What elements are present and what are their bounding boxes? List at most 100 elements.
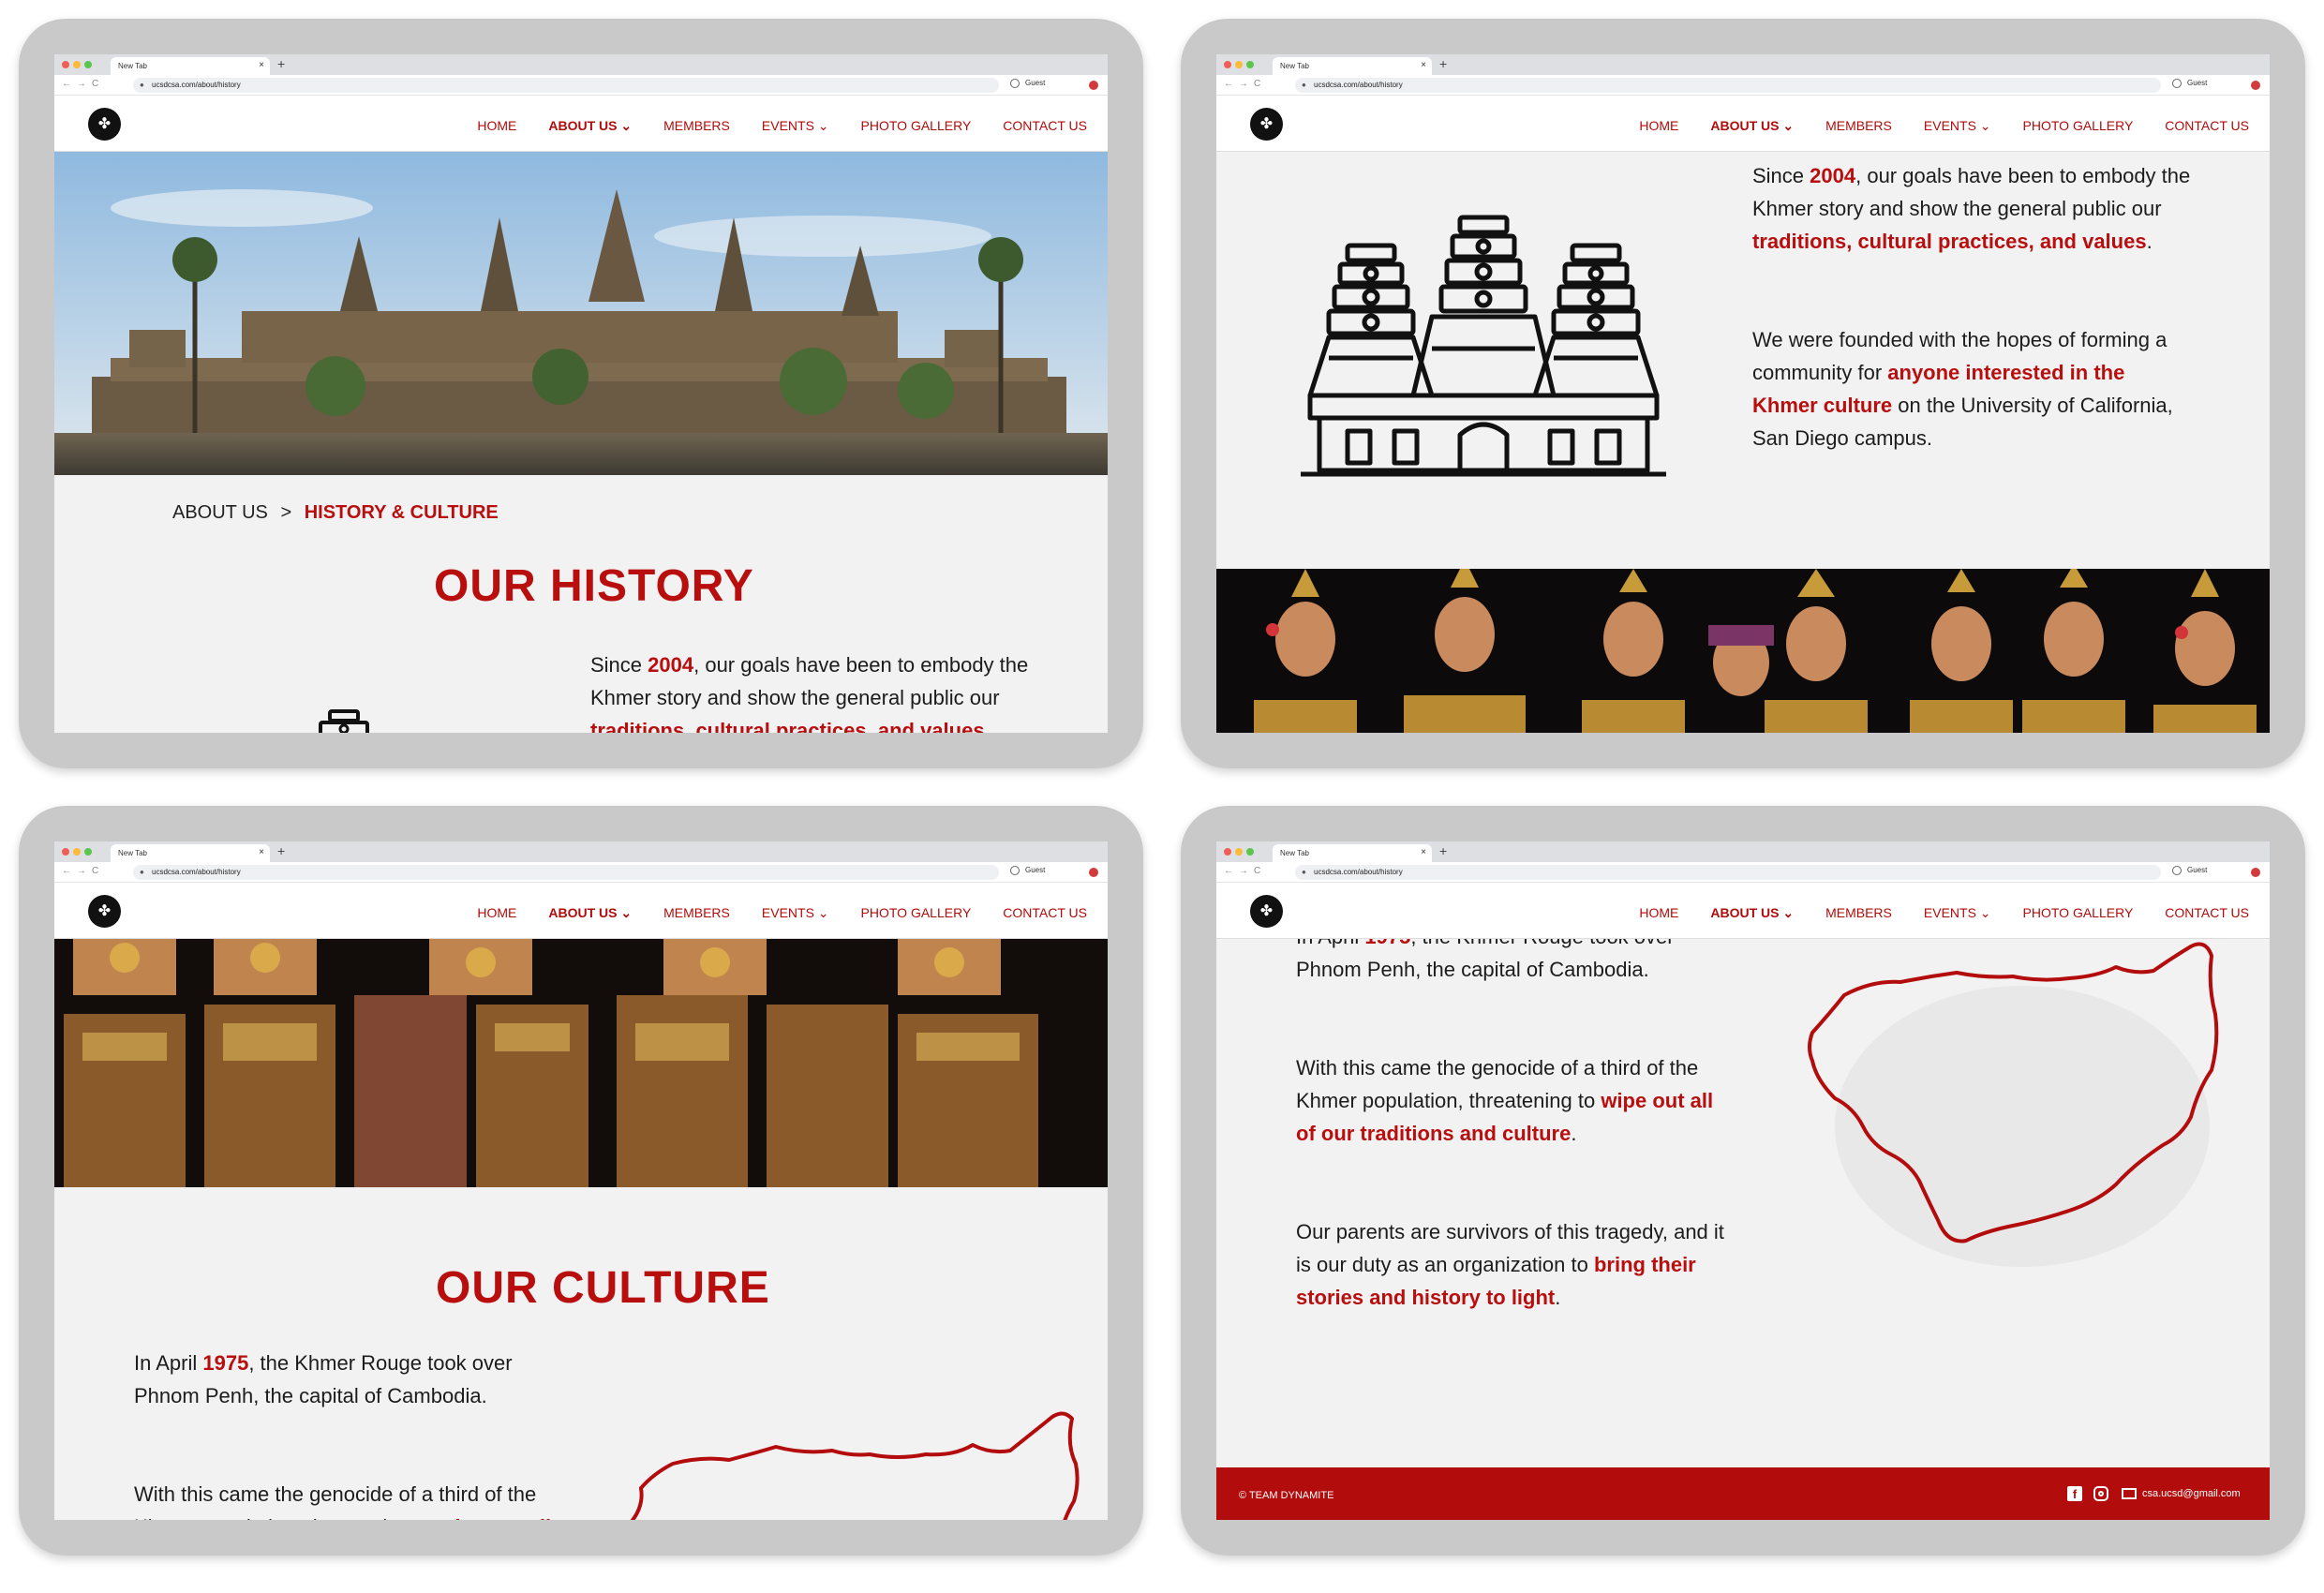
nav-about[interactable]: ABOUT US ⌄	[548, 118, 632, 134]
chevron-down-icon: ⌄	[817, 118, 829, 133]
profile-button[interactable]: Guest	[2172, 79, 2207, 88]
address-bar: ←→C ● ucsdcsa.com/about/history Guest	[1216, 75, 2270, 96]
maximize-window-dot[interactable]	[1246, 61, 1254, 68]
browser-menu-icon[interactable]	[2251, 868, 2260, 877]
site-logo[interactable]: ✤	[88, 108, 121, 141]
forward-icon[interactable]: →	[77, 866, 92, 876]
site-info-icon[interactable]: ●	[140, 868, 144, 876]
nav-members[interactable]: MEMBERS	[1825, 905, 1892, 921]
browser-menu-icon[interactable]	[2251, 81, 2260, 90]
footer-email-link[interactable]: csa.ucsd@gmail.com	[2142, 1488, 2241, 1499]
url-input[interactable]: ● ucsdcsa.com/about/history	[1295, 865, 2161, 880]
nav-gallery[interactable]: PHOTO GALLERY	[2023, 905, 2134, 921]
text: .	[1571, 1122, 1577, 1145]
back-icon[interactable]: ←	[1224, 866, 1239, 876]
nav-events-label: EVENTS	[761, 905, 814, 920]
new-tab-button[interactable]: +	[1439, 843, 1447, 858]
tab-bar: New Tab × +	[1216, 841, 2270, 862]
new-tab-button[interactable]: +	[277, 843, 285, 858]
nav-contact[interactable]: CONTACT US	[2165, 118, 2249, 134]
site-logo[interactable]: ✤	[1250, 895, 1283, 928]
close-window-dot[interactable]	[1224, 61, 1231, 68]
tab-close-icon[interactable]: ×	[259, 60, 264, 70]
back-icon[interactable]: ←	[1224, 79, 1239, 89]
close-window-dot[interactable]	[1224, 848, 1231, 856]
site-logo[interactable]: ✤	[88, 895, 121, 928]
breadcrumb-parent[interactable]: ABOUT US	[172, 502, 268, 523]
tab-close-icon[interactable]: ×	[1421, 60, 1426, 70]
nav-members[interactable]: MEMBERS	[663, 118, 730, 134]
browser-menu-icon[interactable]	[1089, 868, 1098, 877]
nav-events[interactable]: EVENTS ⌄	[1924, 118, 1991, 134]
nav-home[interactable]: HOME	[1639, 118, 1678, 134]
nav-contact[interactable]: CONTACT US	[1003, 905, 1087, 921]
minimize-window-dot[interactable]	[1235, 848, 1243, 856]
back-icon[interactable]: ←	[62, 79, 77, 89]
forward-icon[interactable]: →	[1239, 79, 1254, 89]
facebook-icon[interactable]: f	[2067, 1486, 2082, 1501]
reload-icon[interactable]: C	[1254, 866, 1266, 876]
new-tab-button[interactable]: +	[277, 56, 285, 71]
nav-gallery[interactable]: PHOTO GALLERY	[861, 905, 972, 921]
maximize-window-dot[interactable]	[84, 848, 92, 856]
nav-contact[interactable]: CONTACT US	[1003, 118, 1087, 134]
browser-tab[interactable]: New Tab ×	[1273, 57, 1432, 75]
tab-close-icon[interactable]: ×	[259, 847, 264, 857]
nav-contact[interactable]: CONTACT US	[2165, 905, 2249, 921]
nav-members[interactable]: MEMBERS	[1825, 118, 1892, 134]
nav-members[interactable]: MEMBERS	[663, 905, 730, 921]
nav-events[interactable]: EVENTS ⌄	[1924, 905, 1991, 921]
nav-home[interactable]: HOME	[1639, 905, 1678, 921]
site-info-icon[interactable]: ●	[1302, 868, 1306, 876]
browser-nav-buttons: ←→C	[1224, 866, 1266, 876]
forward-icon[interactable]: →	[1239, 866, 1254, 876]
nav-about[interactable]: ABOUT US ⌄	[1710, 905, 1794, 921]
site-navbar: ✤ HOME ABOUT US ⌄ MEMBERS EVENTS ⌄ PHOTO…	[1216, 883, 2270, 939]
nav-about-label: ABOUT US	[548, 118, 618, 133]
browser-tab[interactable]: New Tab ×	[1273, 844, 1432, 862]
temple-illustration-icon	[1301, 215, 1666, 477]
reload-icon[interactable]: C	[1254, 79, 1266, 89]
url-input[interactable]: ● ucsdcsa.com/about/history	[1295, 78, 2161, 93]
instagram-icon[interactable]	[2093, 1486, 2108, 1501]
close-window-dot[interactable]	[62, 848, 69, 856]
tab-close-icon[interactable]: ×	[1421, 847, 1426, 857]
site-info-icon[interactable]: ●	[140, 81, 144, 89]
url-input[interactable]: ● ucsdcsa.com/about/history	[133, 78, 999, 93]
browser-tab[interactable]: New Tab ×	[111, 844, 270, 862]
forward-icon[interactable]: →	[77, 79, 92, 89]
nav-gallery[interactable]: PHOTO GALLERY	[2023, 118, 2134, 134]
nav-links: HOME ABOUT US ⌄ MEMBERS EVENTS ⌄ PHOTO G…	[1639, 118, 2249, 134]
reload-icon[interactable]: C	[92, 79, 104, 89]
profile-button[interactable]: Guest	[2172, 866, 2207, 875]
browser-window: New Tab × + ←→C ● ucsdcsa.com/about/hist…	[54, 54, 1108, 733]
back-icon[interactable]: ←	[62, 866, 77, 876]
minimize-window-dot[interactable]	[73, 848, 81, 856]
close-window-dot[interactable]	[62, 61, 69, 68]
profile-button[interactable]: Guest	[1010, 866, 1045, 875]
nav-about[interactable]: ABOUT US ⌄	[1710, 118, 1794, 134]
site-logo[interactable]: ✤	[1250, 108, 1283, 141]
url-input[interactable]: ● ucsdcsa.com/about/history	[133, 865, 999, 880]
browser-menu-icon[interactable]	[1089, 81, 1098, 90]
nav-events[interactable]: EVENTS ⌄	[762, 118, 829, 134]
new-tab-button[interactable]: +	[1439, 56, 1447, 71]
browser-tab[interactable]: New Tab ×	[111, 57, 270, 75]
nav-about[interactable]: ABOUT US ⌄	[548, 905, 632, 921]
maximize-window-dot[interactable]	[1246, 848, 1254, 856]
nav-home[interactable]: HOME	[477, 905, 516, 921]
site-info-icon[interactable]: ●	[1302, 81, 1306, 89]
maximize-window-dot[interactable]	[84, 61, 92, 68]
nav-events[interactable]: EVENTS ⌄	[762, 905, 829, 921]
nav-home[interactable]: HOME	[477, 118, 516, 134]
minimize-window-dot[interactable]	[73, 61, 81, 68]
reload-icon[interactable]: C	[92, 866, 104, 876]
nav-gallery[interactable]: PHOTO GALLERY	[861, 118, 972, 134]
culture-paragraph-1: In April 1975, the Khmer Rouge took over…	[134, 1347, 574, 1412]
highlight-year: 2004	[648, 653, 694, 677]
profile-label: Guest	[2187, 866, 2208, 875]
profile-button[interactable]: Guest	[1010, 79, 1045, 88]
page-content: In April 1975, the Khmer Rouge took over…	[1216, 939, 2270, 1520]
minimize-window-dot[interactable]	[1235, 61, 1243, 68]
highlight-year: 2004	[1810, 164, 1856, 187]
